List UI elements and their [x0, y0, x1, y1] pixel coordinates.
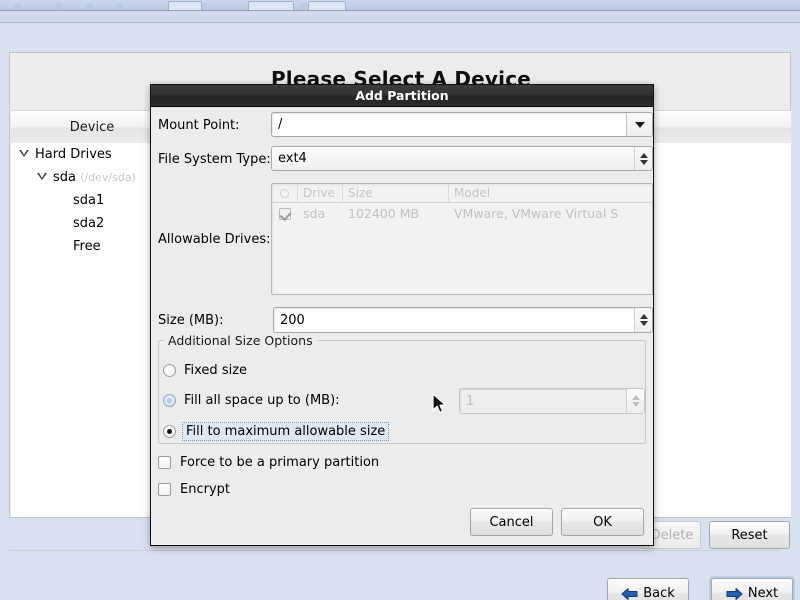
drive-row-size: 102400 MB [348, 206, 420, 221]
allowable-drives-label: Allowable Drives: [158, 232, 271, 247]
dialog-title-label: Add Partition [355, 88, 449, 103]
size-input[interactable]: 200 [273, 307, 653, 333]
tree-item-label: Hard Drives [35, 147, 112, 162]
expander-expanded-icon[interactable] [37, 173, 48, 180]
file-system-type-label: File System Type: [158, 152, 271, 167]
size-stepper[interactable] [634, 308, 652, 332]
radio-unselected-icon[interactable] [163, 364, 176, 377]
drives-header-select [272, 184, 298, 203]
arrow-right-icon [726, 587, 743, 600]
radio-fill-all-space-up-to[interactable]: Fill all space up to (MB): [163, 393, 340, 408]
reset-button[interactable]: Reset [709, 521, 790, 549]
fill-up-to-stepper [626, 389, 644, 413]
size-mb-label: Size (MB): [158, 313, 224, 328]
drive-row-model: VMware, VMware Virtual S [454, 206, 619, 221]
radio-fill-max-label: Fill to maximum allowable size [182, 422, 390, 441]
fill-up-to-input: 1 [459, 388, 645, 414]
tree-item-sublabel: (/dev/sda) [80, 171, 136, 184]
checkbox-force-primary-partition[interactable]: Force to be a primary partition [158, 455, 379, 470]
circle-icon [280, 188, 289, 198]
radio-fill-to-maximum-allowable-size[interactable]: Fill to maximum allowable size [163, 422, 390, 441]
updown-chevron-icon[interactable] [634, 147, 652, 170]
next-button[interactable]: Next [711, 578, 793, 600]
panel-divider [10, 550, 780, 551]
checkbox-unchecked-icon[interactable] [158, 456, 171, 469]
checkbox-checked-icon [279, 208, 291, 220]
dialog-title-bar[interactable]: Add Partition [151, 85, 653, 107]
expander-expanded-icon[interactable] [19, 150, 30, 157]
tree-item-label: sda2 [73, 216, 105, 231]
checkbox-unchecked-icon[interactable] [158, 483, 171, 496]
ok-button[interactable]: OK [561, 508, 644, 536]
back-button-label: Back [643, 586, 675, 600]
reset-button-label: Reset [731, 527, 768, 543]
additional-size-options-legend: Additional Size Options [164, 333, 317, 348]
ok-button-label: OK [593, 514, 612, 530]
drives-header-drive: Drive [298, 184, 343, 203]
file-system-type-value: ext4 [278, 151, 307, 166]
mount-point-label: Mount Point: [158, 118, 240, 133]
chevron-down-icon[interactable] [626, 113, 652, 136]
mount-point-combo[interactable]: / [271, 112, 653, 137]
checkbox-force-primary-label: Force to be a primary partition [180, 455, 380, 470]
file-system-type-combo[interactable]: ext4 [271, 146, 653, 171]
radio-selected-icon[interactable] [163, 425, 176, 438]
radio-fixed-size[interactable]: Fixed size [163, 363, 247, 378]
drives-table-header: Drive Size Model [272, 184, 652, 203]
allowable-drives-table[interactable]: Drive Size Model sda 102400 MB VMware, V… [271, 183, 653, 295]
size-value: 200 [280, 312, 305, 328]
table-row[interactable]: sda 102400 MB VMware, VMware Virtual S [272, 203, 652, 225]
tree-item-label: sda [53, 170, 76, 185]
cut-off-toolbar-strip-2 [0, 11, 800, 23]
back-button[interactable]: Back [607, 578, 689, 600]
delete-button-label: Delete [650, 527, 694, 543]
checkbox-encrypt-label: Encrypt [180, 482, 230, 497]
radio-fixed-size-label: Fixed size [184, 363, 248, 378]
mount-point-value: / [278, 117, 283, 132]
radio-hover-icon[interactable] [163, 394, 176, 407]
drive-row-checkbox [272, 203, 298, 225]
drive-row-name: sda [303, 206, 326, 221]
next-button-label: Next [747, 586, 779, 600]
screen: Please Select A Device Device File Syste… [0, 0, 800, 600]
arrow-left-icon [621, 587, 638, 600]
tree-item-label: Free [73, 239, 101, 254]
cancel-button-label: Cancel [489, 514, 534, 530]
drives-header-size: Size [343, 184, 449, 203]
checkbox-encrypt[interactable]: Encrypt [158, 482, 230, 497]
fill-up-to-value: 1 [466, 393, 475, 409]
tree-item-label: sda1 [73, 193, 105, 208]
cancel-button[interactable]: Cancel [470, 508, 553, 536]
drives-header-model: Model [454, 185, 491, 200]
cut-off-toolbar-strip [0, 0, 800, 11]
radio-fill-all-space-label: Fill all space up to (MB): [184, 393, 340, 408]
